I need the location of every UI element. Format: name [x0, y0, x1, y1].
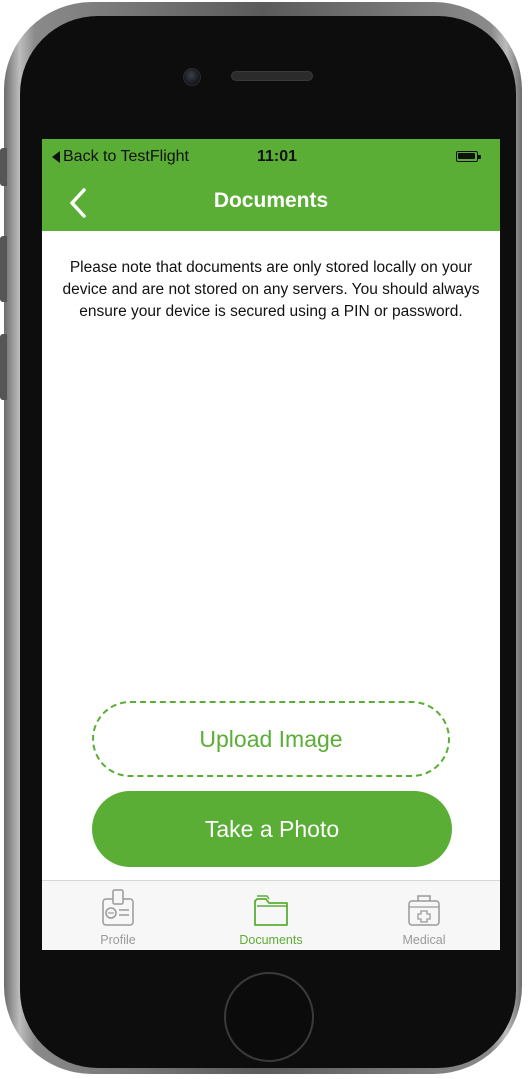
tab-bar: Profile Documents Medical: [42, 880, 500, 950]
folder-icon: [251, 887, 291, 931]
take-photo-button[interactable]: Take a Photo: [92, 791, 452, 867]
battery-icon: [456, 151, 481, 162]
earpiece-speaker: [231, 71, 313, 81]
tab-documents[interactable]: Documents: [195, 881, 347, 950]
tab-profile-label: Profile: [100, 933, 136, 947]
storage-notice: Please note that documents are only stor…: [62, 259, 480, 320]
status-time: 11:01: [257, 148, 298, 165]
status-back-label: Back to TestFlight: [63, 148, 189, 165]
front-camera: [183, 68, 201, 86]
medical-kit-icon: [404, 887, 444, 931]
id-badge-icon: [98, 887, 138, 931]
mute-switch: [0, 148, 7, 186]
status-bar: Back to TestFlight 11:01: [42, 139, 500, 175]
tab-profile[interactable]: Profile: [42, 881, 194, 950]
tab-medical[interactable]: Medical: [348, 881, 500, 950]
app-screen: Back to TestFlight 11:01 Documents Pleas…: [42, 139, 500, 950]
upload-image-button[interactable]: Upload Image: [92, 701, 450, 777]
back-triangle-icon: [52, 151, 60, 163]
volume-up-button: [0, 236, 7, 302]
tab-medical-label: Medical: [402, 933, 446, 947]
navigation-bar: Documents: [42, 175, 500, 231]
tab-documents-label: Documents: [239, 933, 303, 947]
volume-down-button: [0, 334, 7, 400]
back-to-testflight-link[interactable]: Back to TestFlight: [52, 148, 189, 166]
page-title: Documents: [213, 189, 329, 212]
home-button[interactable]: [224, 972, 314, 1062]
